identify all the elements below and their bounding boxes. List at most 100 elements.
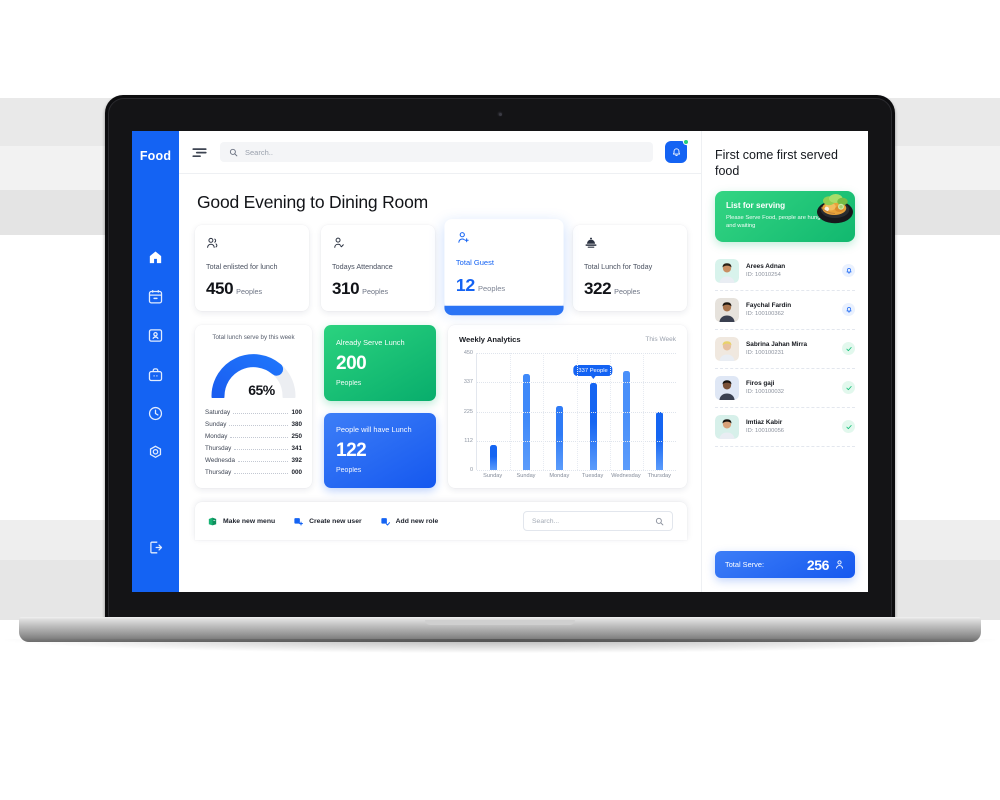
table-search-box[interactable] bbox=[523, 511, 673, 531]
day-value: 341 bbox=[291, 444, 302, 452]
sidebar-item-home[interactable] bbox=[147, 249, 164, 266]
stat-unit: Peoples bbox=[614, 287, 641, 296]
tile-people-will-have-lunch[interactable]: People will have Lunch 122 Peoples bbox=[324, 412, 436, 488]
list-item[interactable]: Imtiaz Kabir ID: 100100056 bbox=[715, 408, 855, 447]
chart-y-axis: 450 337 225 112 0 bbox=[459, 350, 476, 473]
brand-logo[interactable]: Food bbox=[140, 149, 171, 163]
tile-unit: Peoples bbox=[336, 379, 362, 387]
person-info: Arees Adnan ID: 10010254 bbox=[746, 263, 835, 278]
dot-leader bbox=[230, 436, 289, 438]
sidebar: Food bbox=[132, 131, 179, 592]
sidebar-item-contacts[interactable] bbox=[147, 327, 164, 344]
stat-card-total-lunch[interactable]: Total Lunch for Today 322 Peoples bbox=[573, 225, 687, 311]
table-search-input[interactable] bbox=[532, 517, 649, 525]
serving-panel-title: First come first served food bbox=[715, 148, 838, 178]
list-item[interactable]: Faychal Fardin ID: 100100362 bbox=[715, 291, 855, 330]
add-new-role-button[interactable]: Add new role bbox=[380, 516, 438, 527]
person-id: ID: 100100056 bbox=[746, 428, 785, 435]
role-check-icon bbox=[381, 517, 390, 526]
tile-already-serve-lunch[interactable]: Already Serve Lunch 200 Peoples bbox=[324, 325, 436, 401]
avatar bbox=[715, 297, 739, 322]
person-name: Faychal Fardin bbox=[746, 302, 792, 310]
chart-header: Weekly Analytics This Week bbox=[459, 335, 676, 344]
logout-icon[interactable] bbox=[147, 539, 164, 556]
check-circle-icon bbox=[845, 385, 852, 390]
search-icon bbox=[229, 148, 238, 156]
status-badge[interactable] bbox=[842, 420, 855, 434]
tile-column: Already Serve Lunch 200 Peoples People w… bbox=[324, 325, 436, 488]
chart-bar[interactable] bbox=[490, 445, 498, 470]
serving-people-list: Arees Adnan ID: 10010254 Faychal Fardin ID:… bbox=[715, 252, 855, 543]
status-badge[interactable] bbox=[842, 264, 855, 278]
user-check-icon bbox=[334, 237, 344, 248]
sidebar-item-calendar[interactable] bbox=[147, 288, 164, 305]
person-name: Imtiaz Kabir bbox=[746, 419, 783, 427]
tile-value: 122 bbox=[336, 440, 367, 462]
list-item[interactable]: Arees Adnan ID: 10010254 bbox=[715, 252, 855, 291]
person-id: ID: 10010254 bbox=[746, 272, 781, 279]
chart-bar[interactable] bbox=[556, 405, 564, 470]
chart-bar[interactable] bbox=[589, 382, 597, 470]
stat-unit: Peoples bbox=[236, 287, 263, 296]
chart-gridline-vertical bbox=[609, 353, 611, 470]
list-item[interactable]: Firos gaji ID: 100100032 bbox=[715, 369, 855, 408]
notifications-button[interactable] bbox=[665, 139, 689, 163]
chart-bar[interactable] bbox=[622, 370, 630, 470]
list-item[interactable]: Sabrina Jahan Mirra ID: 100100231 bbox=[715, 330, 855, 369]
tile-title: Already Serve Lunch bbox=[336, 337, 405, 347]
status-badge[interactable] bbox=[842, 303, 855, 317]
chart-gridline-vertical bbox=[543, 353, 545, 470]
y-tick-label: 112 bbox=[464, 437, 473, 444]
chart-plot-area: 450 337 225 112 0 337 People bbox=[459, 350, 676, 473]
quick-actions-bar: Make new menu Create new user Add new ro… bbox=[195, 502, 687, 540]
list-for-serving-card[interactable]: List for serving Please Serve Food, peop… bbox=[715, 191, 855, 242]
dot-leader bbox=[234, 472, 289, 474]
stat-value: 450 bbox=[206, 279, 234, 298]
stat-value-row: 12 Peoples bbox=[456, 275, 552, 296]
laptop-shadow bbox=[5, 639, 995, 653]
search-bar[interactable] bbox=[220, 142, 653, 162]
check-circle-icon bbox=[845, 424, 852, 429]
search-icon[interactable] bbox=[655, 517, 664, 526]
stat-card-todays-attendance[interactable]: Todays Attendance 310 Peoples bbox=[321, 225, 435, 311]
search-input[interactable] bbox=[245, 147, 644, 157]
list-item: Thursday 341 bbox=[204, 442, 303, 454]
chart-period-label[interactable]: This Week bbox=[645, 336, 676, 343]
sidebar-item-settings[interactable] bbox=[147, 444, 164, 461]
gauge-card: Total lunch serve by this week 65% Satur… bbox=[195, 325, 312, 488]
y-tick-label: 225 bbox=[463, 408, 473, 415]
day-value-list: Saturday 100 Sunday 380 Monday 250 Thurs… bbox=[204, 406, 303, 478]
x-tick-label: Wednesday bbox=[611, 473, 641, 479]
chart-grid: 337 People bbox=[476, 353, 676, 471]
create-new-user-button[interactable]: Create new user bbox=[293, 516, 362, 527]
make-new-menu-button[interactable]: Make new menu bbox=[207, 516, 275, 527]
analytics-row: Total lunch serve by this week 65% Satur… bbox=[195, 325, 687, 502]
user-icon bbox=[836, 560, 843, 569]
day-name: Thursday bbox=[205, 468, 232, 476]
hamburger-filter-icon[interactable] bbox=[191, 146, 208, 159]
stat-unit: Peoples bbox=[477, 283, 506, 294]
chart-tooltip: 337 People bbox=[573, 365, 613, 380]
food-tray-icon bbox=[585, 237, 597, 248]
chart-gridline-vertical bbox=[510, 353, 512, 470]
action-label: Make new menu bbox=[223, 517, 276, 525]
stat-card-total-guest[interactable]: Total Guest 12 Peoples bbox=[444, 219, 564, 316]
laptop-screen: Food Search.. Good Evening to Dining Roo… bbox=[132, 131, 868, 592]
day-value: 000 bbox=[291, 468, 302, 476]
bell-pending-icon bbox=[846, 267, 851, 274]
status-badge[interactable] bbox=[842, 342, 855, 356]
sidebar-item-history[interactable] bbox=[147, 405, 164, 422]
laptop-lid: Food Search.. Good Evening to Dining Roo… bbox=[5, 95, 995, 653]
gauge-percent-label: 65% bbox=[248, 382, 275, 398]
y-tick-label: 0 bbox=[469, 467, 473, 473]
bell-pending-icon bbox=[846, 306, 851, 313]
chart-bar[interactable] bbox=[523, 373, 531, 470]
chart-gridline bbox=[477, 470, 676, 471]
status-badge[interactable] bbox=[842, 381, 855, 395]
notification-badge-dot bbox=[683, 139, 689, 145]
stat-card-total-enlisted[interactable]: Total enlisted for lunch 450 Peoples bbox=[195, 225, 309, 311]
stat-value-row: 322 Peoples bbox=[584, 279, 676, 299]
stat-unit: Peoples bbox=[362, 287, 389, 296]
sidebar-item-orders[interactable] bbox=[147, 366, 164, 383]
weekly-analytics-chart: Weekly Analytics This Week 450 337 225 1… bbox=[448, 325, 687, 488]
